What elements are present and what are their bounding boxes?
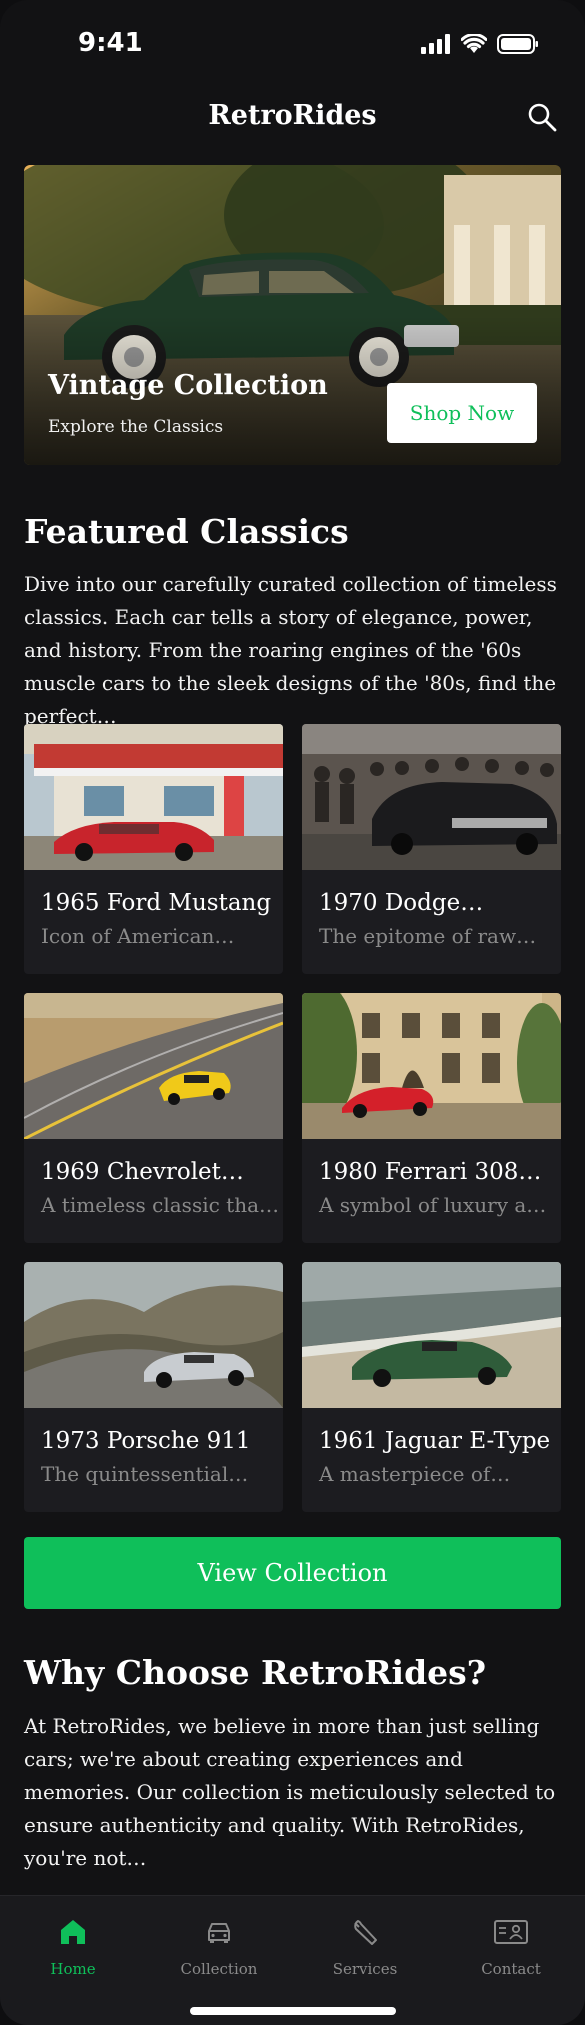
app-title: RetroRides: [208, 100, 377, 131]
car-description: A symbol of luxury a…: [319, 1193, 547, 1217]
car-title: 1965 Ford Mustang: [41, 890, 272, 916]
car-card-jaguar[interactable]: 1961 Jaguar E-Type A masterpiece of…: [302, 1262, 561, 1512]
tab-contact[interactable]: Contact: [438, 1914, 584, 1978]
view-collection-button[interactable]: View Collection: [24, 1537, 561, 1609]
car-card-porsche[interactable]: 1973 Porsche 911 The quintessential…: [24, 1262, 283, 1512]
wrench-icon: [354, 1920, 377, 1945]
status-bar: 9:41: [0, 0, 585, 80]
tab-label: Home: [50, 1960, 96, 1978]
car-description: A masterpiece of…: [319, 1462, 511, 1486]
car-card-dodge[interactable]: 1970 Dodge… The epitome of raw…: [302, 724, 561, 974]
car-icon: [208, 1923, 230, 1943]
why-title: Why Choose RetroRides?: [24, 1653, 487, 1692]
car-description: The quintessential…: [41, 1462, 249, 1486]
battery-icon: [497, 34, 538, 54]
app-screen: 9:41 RetroRides Vintage Collection Explo…: [0, 0, 585, 2025]
app-header: RetroRides: [0, 92, 585, 142]
car-image: [24, 993, 283, 1139]
car-image: [24, 1262, 283, 1408]
car-description: The epitome of raw…: [319, 924, 537, 948]
tab-label: Contact: [481, 1960, 541, 1978]
car-image: [302, 993, 561, 1139]
hero-subtitle: Explore the Classics: [48, 417, 224, 437]
status-icons: [421, 34, 539, 54]
car-card-chevrolet[interactable]: 1969 Chevrolet… A timeless classic tha…: [24, 993, 283, 1243]
tab-home[interactable]: Home: [0, 1914, 146, 1978]
featured-grid: 1965 Ford Mustang Icon of American… 1970…: [24, 724, 561, 1512]
featured-title: Featured Classics: [24, 512, 349, 551]
search-icon[interactable]: [527, 102, 557, 132]
car-title: 1969 Chevrolet…: [41, 1159, 244, 1185]
tab-label: Collection: [180, 1960, 258, 1978]
featured-description: Dive into our carefully curated collecti…: [24, 572, 557, 728]
car-card-mustang[interactable]: 1965 Ford Mustang Icon of American…: [24, 724, 283, 974]
car-title: 1973 Porsche 911: [41, 1428, 251, 1454]
home-indicator[interactable]: [190, 2007, 396, 2015]
car-card-ferrari[interactable]: 1980 Ferrari 308… A symbol of luxury a…: [302, 993, 561, 1243]
why-description: At RetroRides, we believe in more than j…: [24, 1714, 556, 1870]
signal-icon: [421, 34, 450, 54]
hero-title: Vintage Collection: [48, 370, 328, 401]
car-description: Icon of American…: [41, 924, 235, 948]
car-title: 1970 Dodge…: [319, 890, 484, 916]
tab-services[interactable]: Services: [292, 1914, 438, 1978]
tab-collection[interactable]: Collection: [146, 1914, 292, 1978]
home-icon: [61, 1920, 85, 1944]
car-image: [24, 724, 283, 870]
hero-banner[interactable]: Vintage Collection Explore the Classics …: [24, 165, 561, 465]
bottom-tab-bar: Home Collection Services Contact: [0, 1895, 585, 2025]
car-title: 1961 Jaguar E-Type: [319, 1428, 551, 1454]
wifi-icon: [461, 34, 487, 53]
car-image: [302, 724, 561, 870]
shop-now-button[interactable]: Shop Now: [387, 383, 537, 443]
status-time: 9:41: [78, 28, 143, 58]
car-description: A timeless classic tha…: [41, 1193, 279, 1217]
car-title: 1980 Ferrari 308…: [319, 1159, 542, 1185]
car-image: [302, 1262, 561, 1408]
contact-card-icon: [494, 1920, 528, 1944]
tab-label: Services: [332, 1960, 398, 1978]
